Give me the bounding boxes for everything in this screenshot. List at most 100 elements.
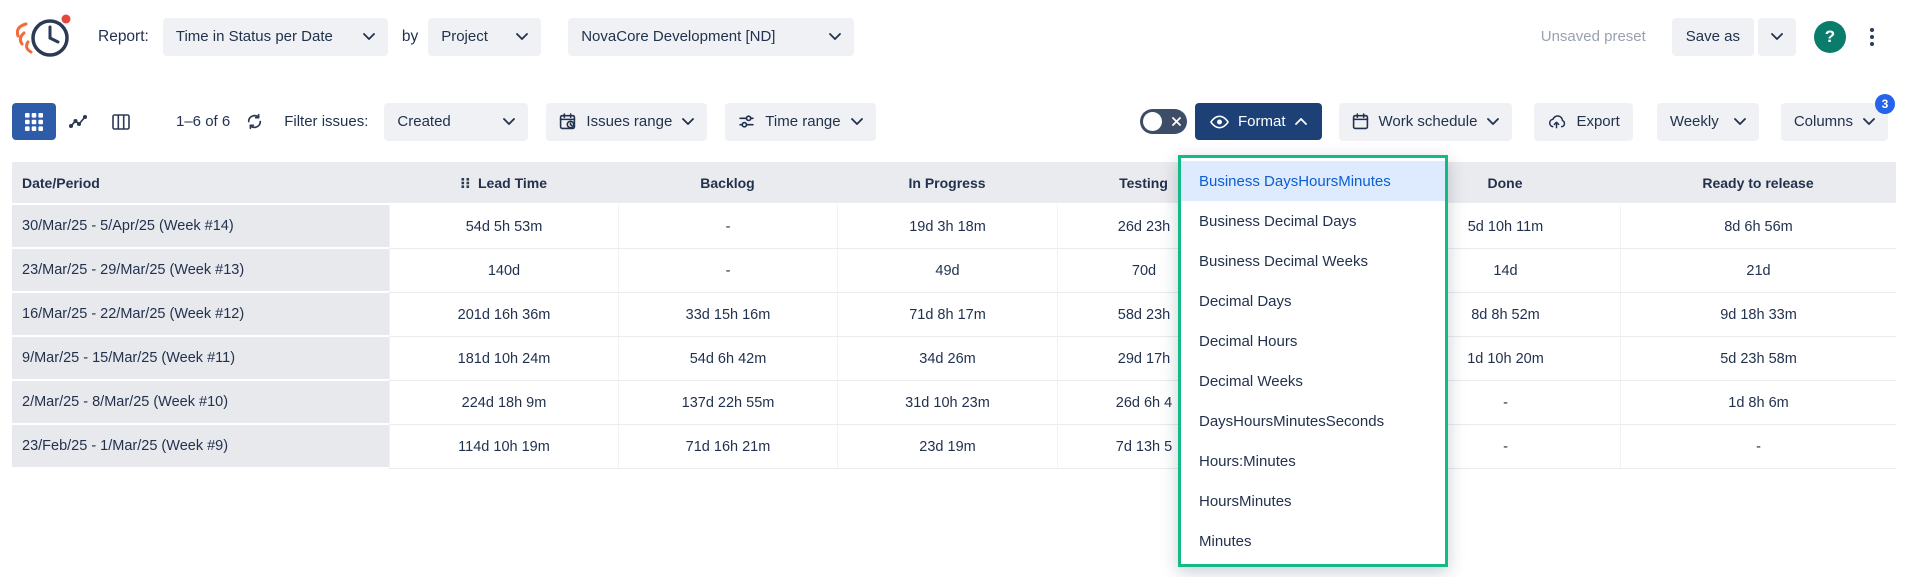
columns-board-icon: [112, 114, 130, 130]
chevron-down-icon: [1487, 118, 1499, 125]
period-cell: 9/Mar/25 - 15/Mar/25 (Week #11): [12, 337, 389, 381]
group-by-select[interactable]: Project: [428, 18, 541, 56]
table-header-row: Date/Period Lead Time Backlog In Progres…: [12, 162, 1896, 205]
chevron-down-icon: [363, 33, 375, 40]
format-button[interactable]: Format: [1195, 103, 1322, 140]
period-cell: 30/Mar/25 - 5/Apr/25 (Week #14): [12, 205, 389, 249]
ready-to-release-cell: 8d 6h 56m: [1620, 205, 1896, 249]
format-option[interactable]: Business Decimal Days: [1181, 201, 1445, 241]
report-type-select[interactable]: Time in Status per Date: [163, 18, 388, 56]
table-row: 16/Mar/25 - 22/Mar/25 (Week #12) 201d 16…: [12, 293, 1896, 337]
column-header-label: Lead Time: [478, 175, 547, 191]
column-header-backlog[interactable]: Backlog: [618, 162, 837, 205]
save-as-button[interactable]: Save as: [1672, 18, 1754, 56]
ready-to-release-cell: 5d 23h 58m: [1620, 337, 1896, 381]
question-mark-icon: ?: [1825, 27, 1835, 47]
refresh-button[interactable]: [240, 103, 268, 140]
chevron-down-icon: [1771, 33, 1783, 40]
toggle-switch[interactable]: [1140, 109, 1187, 134]
export-button[interactable]: Export: [1534, 103, 1632, 141]
format-option[interactable]: Business Decimal Weeks: [1181, 241, 1445, 281]
backlog-cell: -: [618, 205, 837, 249]
column-header-date-period[interactable]: Date/Period: [12, 162, 389, 205]
table-row: 23/Mar/25 - 29/Mar/25 (Week #13) 140d - …: [12, 249, 1896, 293]
issues-range-select[interactable]: Issues range: [546, 103, 707, 141]
table-row: 9/Mar/25 - 15/Mar/25 (Week #11) 181d 10h…: [12, 337, 1896, 381]
period-cell: 23/Feb/25 - 1/Mar/25 (Week #9): [12, 425, 389, 469]
backlog-cell: 33d 15h 16m: [618, 293, 837, 337]
column-header-in-progress[interactable]: In Progress: [837, 162, 1057, 205]
column-header-ready-to-release[interactable]: Ready to release: [1620, 162, 1896, 205]
column-header-lead-time[interactable]: Lead Time: [389, 162, 618, 205]
lead-time-cell: 114d 10h 19m: [389, 425, 618, 469]
chart-view-button[interactable]: [60, 103, 98, 140]
clock-logo-icon: [12, 11, 78, 63]
period-cell: 23/Mar/25 - 29/Mar/25 (Week #13): [12, 249, 389, 293]
in-progress-cell: 19d 3h 18m: [837, 205, 1057, 249]
period-select[interactable]: Weekly: [1657, 103, 1759, 141]
time-range-select[interactable]: Time range: [725, 103, 875, 141]
help-button[interactable]: ?: [1814, 21, 1846, 53]
work-schedule-select[interactable]: Work schedule: [1339, 103, 1513, 141]
ready-to-release-cell: 9d 18h 33m: [1620, 293, 1896, 337]
in-progress-cell: 49d: [837, 249, 1057, 293]
export-label: Export: [1576, 113, 1619, 130]
chevron-down-icon: [1863, 118, 1875, 125]
filter-created-select[interactable]: Created: [384, 103, 528, 141]
lead-time-cell: 181d 10h 24m: [389, 337, 618, 381]
table-view-button[interactable]: [12, 103, 56, 140]
period-cell: 2/Mar/25 - 8/Mar/25 (Week #10): [12, 381, 389, 425]
board-view-button[interactable]: [102, 103, 140, 140]
format-option-selected[interactable]: Business DaysHoursMinutes: [1181, 161, 1445, 201]
refresh-icon: [245, 113, 264, 130]
save-as-label: Save as: [1686, 28, 1740, 45]
chevron-down-icon: [1734, 118, 1746, 125]
columns-label: Columns: [1794, 113, 1853, 130]
group-by-value: Project: [441, 28, 488, 45]
format-option[interactable]: Decimal Hours: [1181, 321, 1445, 361]
format-option[interactable]: Decimal Weeks: [1181, 361, 1445, 401]
calendar-icon: [1352, 113, 1369, 130]
ready-to-release-cell: -: [1620, 425, 1896, 469]
chevron-down-icon: [516, 33, 528, 40]
backlog-cell: 71d 16h 21m: [618, 425, 837, 469]
format-option[interactable]: Decimal Days: [1181, 281, 1445, 321]
lead-time-cell: 201d 16h 36m: [389, 293, 618, 337]
by-label: by: [402, 28, 418, 46]
sliders-icon: [738, 113, 755, 130]
project-value: NovaCore Development [ND]: [581, 28, 775, 45]
save-as-dropdown-button[interactable]: [1758, 18, 1796, 56]
more-menu-button[interactable]: [1856, 18, 1888, 56]
chevron-up-icon: [1295, 118, 1307, 125]
format-menu: Business DaysHoursMinutes Business Decim…: [1178, 155, 1448, 567]
format-option[interactable]: DaysHoursMinutesSeconds: [1181, 401, 1445, 441]
kebab-icon: [1870, 28, 1874, 46]
format-option[interactable]: HoursMinutes: [1181, 481, 1445, 521]
app-logo: [12, 11, 78, 63]
period-cell: 16/Mar/25 - 22/Mar/25 (Week #12): [12, 293, 389, 337]
columns-select[interactable]: Columns 3: [1781, 103, 1888, 141]
backlog-cell: 137d 22h 55m: [618, 381, 837, 425]
in-progress-cell: 23d 19m: [837, 425, 1057, 469]
report-label: Report:: [98, 28, 149, 46]
calendar-clock-icon: [559, 113, 576, 130]
result-count: 1–6 of 6: [176, 113, 230, 130]
toggle-knob: [1143, 112, 1162, 131]
in-progress-cell: 34d 26m: [837, 337, 1057, 381]
grid-icon: [25, 113, 43, 131]
toggle-off-icon: [1172, 117, 1181, 126]
report-type-value: Time in Status per Date: [176, 28, 333, 45]
format-option[interactable]: Minutes: [1181, 521, 1445, 561]
report-table: Date/Period Lead Time Backlog In Progres…: [12, 162, 1896, 469]
issues-range-label: Issues range: [586, 113, 672, 130]
ready-to-release-cell: 21d: [1620, 249, 1896, 293]
preset-status: Unsaved preset: [1541, 28, 1646, 45]
table-row: 23/Feb/25 - 1/Mar/25 (Week #9) 114d 10h …: [12, 425, 1896, 469]
ready-to-release-cell: 1d 8h 6m: [1620, 381, 1896, 425]
filter-created-value: Created: [397, 113, 450, 130]
format-label: Format: [1238, 113, 1286, 130]
format-option[interactable]: Hours:Minutes: [1181, 441, 1445, 481]
project-select[interactable]: NovaCore Development [ND]: [568, 18, 854, 56]
chevron-down-icon: [829, 33, 841, 40]
chevron-down-icon: [503, 118, 515, 125]
